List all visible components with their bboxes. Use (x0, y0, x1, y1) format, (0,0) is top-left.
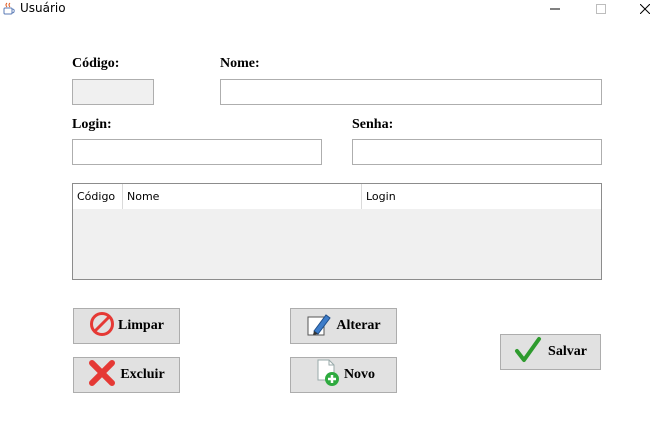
limpar-button[interactable]: Limpar (73, 308, 180, 344)
login-field[interactable] (72, 139, 322, 165)
novo-button-label: Novo (343, 367, 376, 382)
column-header-login[interactable]: Login (362, 184, 601, 209)
nome-field[interactable] (220, 79, 602, 105)
minimize-icon (550, 0, 560, 18)
no-entry-icon (89, 311, 115, 341)
salvar-button-label: Salvar (548, 344, 587, 359)
alterar-button[interactable]: Alterar (290, 308, 397, 344)
salvar-button[interactable]: Salvar (500, 334, 601, 370)
column-header-nome[interactable]: Nome (123, 184, 362, 209)
column-header-codigo[interactable]: Código (73, 184, 123, 209)
close-icon (639, 0, 651, 18)
java-coffee-icon (2, 1, 16, 15)
limpar-button-label: Limpar (118, 318, 164, 333)
green-checkmark-icon (514, 336, 542, 368)
window-title: Usuário (20, 1, 66, 15)
maximize-icon (596, 0, 606, 18)
excluir-button-label: Excluir (120, 367, 165, 382)
novo-button[interactable]: Novo (290, 357, 397, 393)
senha-label: Senha: (352, 117, 394, 132)
users-table[interactable]: Código Nome Login (72, 183, 602, 280)
maximize-button[interactable] (586, 0, 616, 16)
minimize-button[interactable] (540, 0, 570, 16)
codigo-label: Código: (72, 56, 120, 71)
table-header: Código Nome Login (73, 184, 601, 209)
alterar-button-label: Alterar (336, 318, 381, 333)
close-button[interactable] (630, 0, 660, 16)
excluir-button[interactable]: Excluir (73, 357, 180, 393)
codigo-field[interactable] (72, 79, 154, 105)
nome-label: Nome: (220, 56, 260, 71)
edit-pencil-icon (306, 311, 332, 341)
red-x-icon (88, 359, 116, 391)
title-bar: Usuário (0, 0, 670, 18)
senha-field[interactable] (352, 139, 602, 165)
login-label: Login: (72, 117, 112, 132)
new-document-icon (312, 358, 342, 392)
